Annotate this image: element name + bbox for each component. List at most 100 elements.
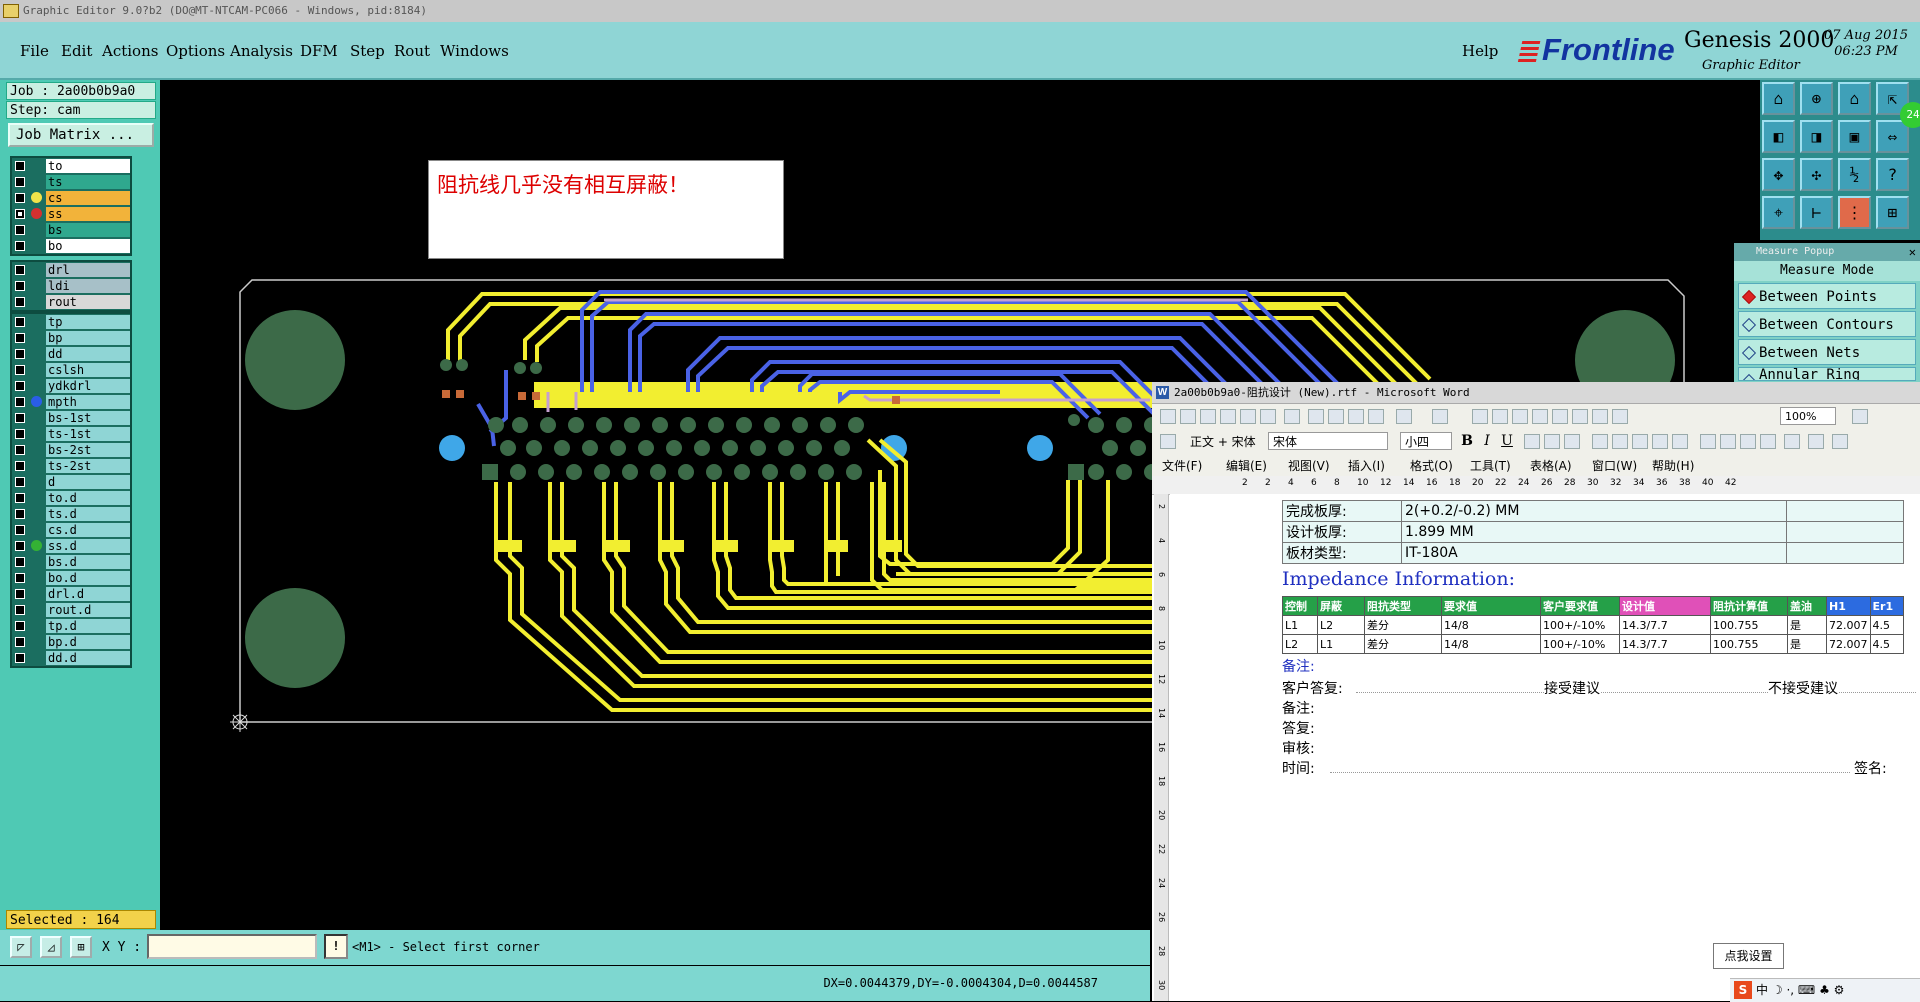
format-painter-icon[interactable] <box>1368 409 1384 424</box>
home-icon[interactable]: ⌂ <box>1838 82 1871 115</box>
measure-annular-ring[interactable]: Annular Ring <box>1738 367 1916 381</box>
layer-row[interactable]: ss <box>12 206 130 222</box>
layer-checkbox[interactable] <box>15 349 25 359</box>
bold-button[interactable]: B <box>1458 432 1476 450</box>
layer-name[interactable]: bs-2st <box>46 443 130 457</box>
border-icon[interactable] <box>1784 434 1800 449</box>
layer-checkbox[interactable] <box>15 281 25 291</box>
layer-name[interactable]: d <box>46 475 130 489</box>
layer-row[interactable]: bs-1st <box>12 410 130 426</box>
layer-name[interactable]: rout <box>46 295 130 309</box>
layer-name[interactable]: ts-2st <box>46 459 130 473</box>
menu-analysis[interactable]: Analysis <box>230 42 293 60</box>
layer-name[interactable]: to <box>46 159 130 173</box>
menu-dfm[interactable]: DFM <box>300 42 338 60</box>
measure-mode-icon[interactable]: ◿ <box>40 936 62 958</box>
layer-checkbox[interactable] <box>15 493 25 503</box>
permission-icon[interactable] <box>1220 409 1236 424</box>
layer-name[interactable]: ydkdrl <box>46 379 130 393</box>
accept-option[interactable]: 接受建议 <box>1544 678 1600 698</box>
layer-checkbox[interactable] <box>15 605 25 615</box>
undo-icon[interactable] <box>1396 409 1412 424</box>
layer-checkbox[interactable] <box>15 621 25 631</box>
layer-checkbox[interactable] <box>15 413 25 423</box>
vertical-ruler[interactable]: 2 4 6 8 10 12 14 16 18 20 22 24 26 28 30 <box>1154 494 1169 1001</box>
layer-row[interactable]: to.d <box>12 490 130 506</box>
layer-name[interactable]: bp <box>46 331 130 345</box>
sogou-ime-icon[interactable]: S <box>1734 981 1752 999</box>
layer-name[interactable]: drl.d <box>46 587 130 601</box>
layer-row[interactable]: to <box>12 158 130 174</box>
font-size-select[interactable]: 小四 <box>1400 432 1452 450</box>
layer-name[interactable]: drl <box>46 263 130 277</box>
layer-row[interactable]: bs <box>12 222 130 238</box>
font-color-icon[interactable] <box>1832 434 1848 449</box>
layer-name[interactable]: ldi <box>46 279 130 293</box>
layer-row[interactable]: cs.d <box>12 522 130 538</box>
ime-mode[interactable]: 中 <box>1756 983 1768 997</box>
highlight-icon[interactable] <box>1808 434 1824 449</box>
menu-edit[interactable]: Edit <box>61 42 92 60</box>
hyperlink-icon[interactable] <box>1472 409 1488 424</box>
layer-checkbox[interactable] <box>15 161 25 171</box>
layer-name[interactable]: ss.d <box>46 539 130 553</box>
measure-icon[interactable]: ⊢ <box>1800 196 1833 229</box>
keyboard-icon[interactable]: ⌨ <box>1798 983 1815 997</box>
word-menu-edit[interactable]: 编辑(E) <box>1226 457 1267 474</box>
layer-name[interactable]: ts-1st <box>46 427 130 441</box>
snap-icon[interactable]: ⌖ <box>1762 196 1795 229</box>
print-icon[interactable] <box>1240 409 1256 424</box>
bullets-icon[interactable] <box>1720 434 1736 449</box>
measure-between-contours[interactable]: Between Contours <box>1738 311 1916 337</box>
layer-checkbox[interactable] <box>15 397 25 407</box>
menu-step[interactable]: Step <box>350 42 385 60</box>
layer-checkbox[interactable] <box>15 365 25 375</box>
word-menu-format[interactable]: 格式(O) <box>1410 457 1453 474</box>
word-menu-window[interactable]: 窗口(W) <box>1592 457 1637 474</box>
layer-name[interactable]: tp.d <box>46 619 130 633</box>
save-icon[interactable] <box>1200 409 1216 424</box>
font-select[interactable]: 宋体 <box>1268 432 1388 450</box>
measure-between-points[interactable]: Between Points <box>1738 283 1916 309</box>
numbering-icon[interactable] <box>1700 434 1716 449</box>
layer-checkbox[interactable] <box>15 241 25 251</box>
help-icon[interactable]: ? <box>1876 158 1909 191</box>
word-menu-insert[interactable]: 插入(I) <box>1348 457 1385 474</box>
char-shading-icon[interactable] <box>1544 434 1560 449</box>
layer-row[interactable]: ts-1st <box>12 426 130 442</box>
tools-icon[interactable]: ⚙ <box>1834 983 1845 997</box>
char-scale-icon[interactable] <box>1564 434 1580 449</box>
copy-icon[interactable] <box>1328 409 1344 424</box>
layer-name[interactable]: to.d <box>46 491 130 505</box>
reject-option[interactable]: 不接受建议 <box>1768 678 1838 698</box>
layer-name[interactable]: cs <box>46 191 130 205</box>
layer-name[interactable]: ts.d <box>46 507 130 521</box>
scale-icon[interactable]: ½ <box>1838 158 1871 191</box>
style-select[interactable]: 正文 + 宋体 <box>1190 433 1256 450</box>
layer-row[interactable]: mpth <box>12 394 130 410</box>
fit-icon[interactable]: ✥ <box>1762 158 1795 191</box>
job-matrix-button[interactable]: Job Matrix ... <box>8 123 154 147</box>
grid-icon[interactable]: ⊞ <box>70 936 92 958</box>
layer-row[interactable]: ldi <box>12 278 130 294</box>
layer-row[interactable]: ts-2st <box>12 458 130 474</box>
layer-row[interactable]: ts <box>12 174 130 190</box>
styles-icon[interactable] <box>1160 434 1176 449</box>
skin-icon[interactable]: ♣ <box>1819 983 1830 997</box>
zoom-select[interactable]: 100% <box>1780 407 1836 425</box>
xy-input[interactable] <box>147 934 317 959</box>
select-mode-icon[interactable]: ◸ <box>10 936 32 958</box>
word-menu-help[interactable]: 帮助(H) <box>1652 457 1694 474</box>
layer-checkbox[interactable] <box>15 193 25 203</box>
menu-file[interactable]: File <box>20 42 49 60</box>
layer-checkbox[interactable] <box>15 381 25 391</box>
doc-map-icon[interactable] <box>1592 409 1608 424</box>
layer-row[interactable]: bs.d <box>12 554 130 570</box>
layer-row[interactable]: rout <box>12 294 130 310</box>
layer-checkbox[interactable] <box>15 557 25 567</box>
insert-table-icon[interactable] <box>1512 409 1528 424</box>
increase-indent-icon[interactable] <box>1760 434 1776 449</box>
layer-checkbox[interactable] <box>15 637 25 647</box>
layer-row[interactable]: bp <box>12 330 130 346</box>
layer-checkbox[interactable] <box>15 429 25 439</box>
